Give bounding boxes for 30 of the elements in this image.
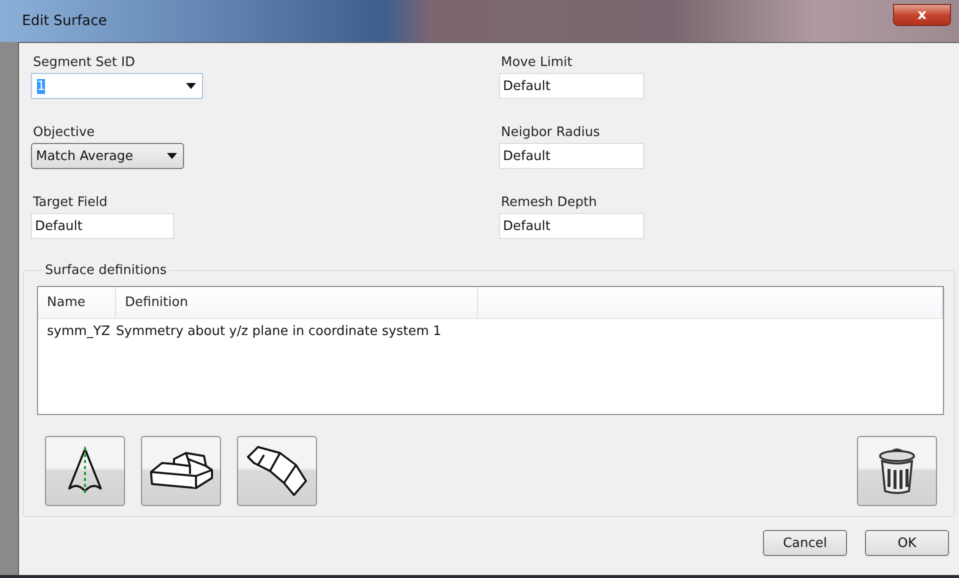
window-title: Edit Surface bbox=[22, 13, 107, 29]
caret-icon bbox=[186, 83, 196, 89]
close-button[interactable]: x bbox=[893, 4, 951, 26]
trash-icon bbox=[877, 447, 917, 495]
field-label: Move Limit bbox=[501, 54, 574, 72]
column-header[interactable]: Name bbox=[38, 287, 116, 318]
group-title: Surface definitions bbox=[44, 263, 168, 278]
input-field[interactable]: Default bbox=[499, 213, 644, 239]
block-icon bbox=[148, 450, 214, 492]
input-field[interactable]: Default bbox=[499, 143, 644, 169]
field-label: Segment Set ID bbox=[33, 54, 136, 72]
cancel-button[interactable]: Cancel bbox=[763, 530, 847, 556]
field-label: Target Field bbox=[33, 194, 108, 212]
field-label: Objective bbox=[33, 124, 96, 142]
table-cell: Symmetry about y/z plane in coordinate system 1 bbox=[116, 324, 442, 338]
table-cell-text: symm_YZ bbox=[46, 324, 112, 338]
caret-icon bbox=[167, 153, 177, 159]
delete-button[interactable] bbox=[857, 436, 937, 506]
ok-button[interactable]: OK bbox=[865, 530, 949, 556]
field-label: Remesh Depth bbox=[501, 194, 598, 212]
tool-button[interactable] bbox=[141, 436, 221, 506]
column-header[interactable]: Definition bbox=[116, 287, 478, 318]
symmetry-icon bbox=[65, 446, 105, 496]
objective-dropdown[interactable]: Match Average bbox=[31, 143, 184, 169]
input-field[interactable]: Default bbox=[499, 73, 644, 99]
tool-button[interactable] bbox=[45, 436, 125, 506]
tool-button[interactable] bbox=[237, 436, 317, 506]
input-field[interactable]: Default bbox=[31, 213, 174, 239]
field-label: Neigbor Radius bbox=[501, 124, 601, 142]
strip-icon bbox=[244, 443, 310, 499]
